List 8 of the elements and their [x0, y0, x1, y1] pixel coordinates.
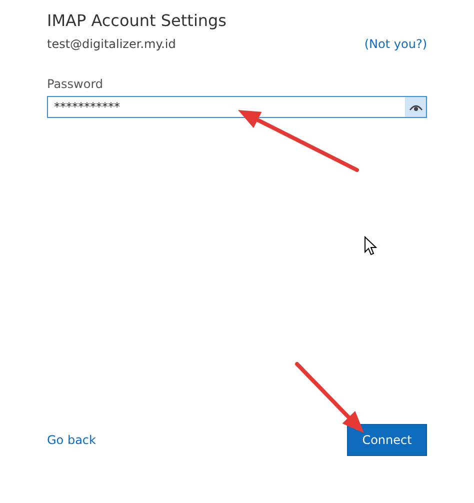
mouse-cursor-icon: [364, 236, 377, 256]
account-email: test@digitalizer.my.id: [47, 37, 176, 51]
not-you-link[interactable]: (Not you?): [364, 37, 427, 51]
window-title: IMAP Account Settings: [47, 10, 228, 32]
connect-button[interactable]: Connect: [347, 424, 427, 456]
go-back-link[interactable]: Go back: [47, 433, 96, 447]
password-label: Password: [47, 77, 104, 91]
annotation-arrow: [295, 362, 364, 433]
